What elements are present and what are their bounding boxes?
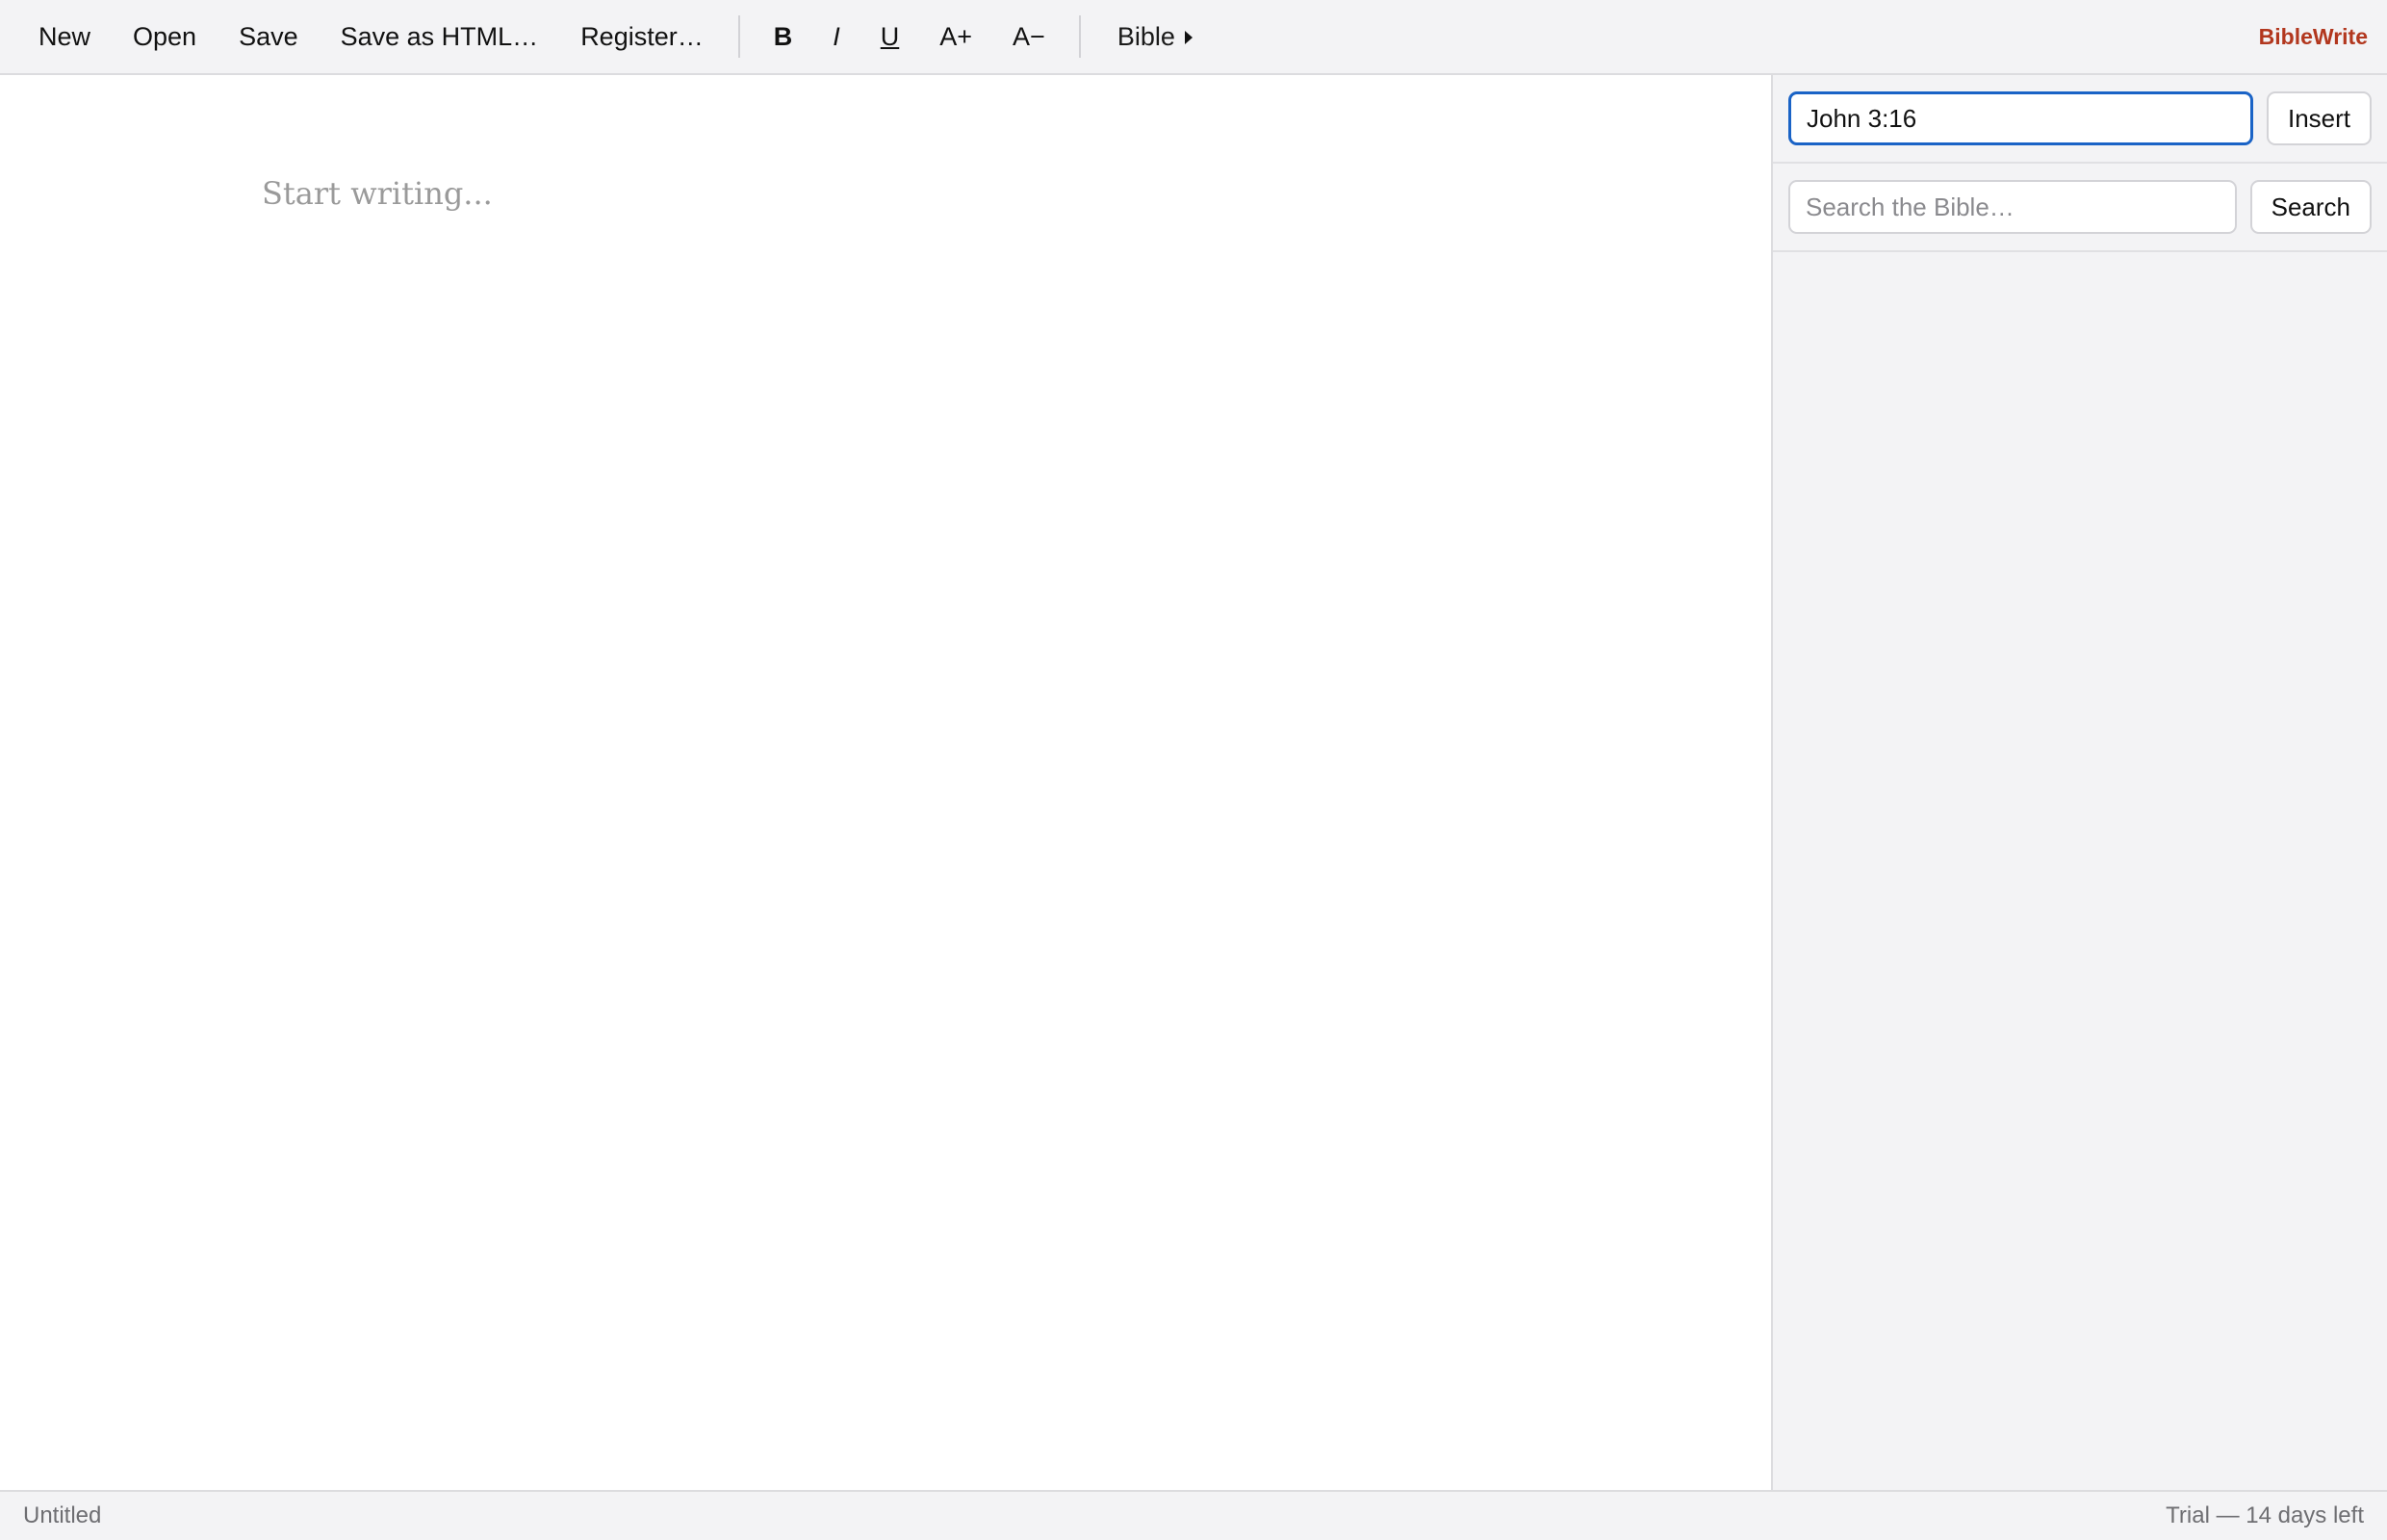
bible-menu-label: Bible <box>1116 21 1175 51</box>
new-button[interactable]: New <box>17 11 112 63</box>
caret-right-icon <box>1184 31 1193 44</box>
search-button[interactable]: Search <box>2249 180 2372 234</box>
underline-button[interactable]: U <box>860 11 920 63</box>
bible-sidebar: Insert Search <box>1771 75 2387 1490</box>
bible-menu[interactable]: Bible <box>1094 14 1216 60</box>
reference-row: Insert <box>1773 75 2387 164</box>
trial-status: Trial — 14 days left <box>2166 1502 2364 1528</box>
save-as-html-button[interactable]: Save as HTML… <box>320 11 560 63</box>
main-area: Start writing... Insert Search <box>0 75 2387 1490</box>
editor-canvas[interactable]: Start writing... <box>0 75 1771 1490</box>
toolbar: New Open Save Save as HTML… Register… B … <box>0 0 2387 75</box>
toolbar-divider <box>1078 15 1081 58</box>
decrease-font-button[interactable]: A− <box>992 11 1065 63</box>
increase-font-button[interactable]: A+ <box>919 11 992 63</box>
bible-search-input[interactable] <box>1788 180 2237 234</box>
search-results-panel <box>1773 252 2387 1490</box>
app-window: New Open Save Save as HTML… Register… B … <box>0 0 2387 1540</box>
bold-button[interactable]: B <box>754 11 813 63</box>
register-button[interactable]: Register… <box>559 11 725 63</box>
search-row: Search <box>1773 164 2387 252</box>
status-bar: Untitled Trial — 14 days left <box>0 1490 2387 1540</box>
app-brand: BibleWrite <box>2258 23 2368 49</box>
save-button[interactable]: Save <box>218 11 320 63</box>
italic-button[interactable]: I <box>812 11 860 63</box>
insert-button[interactable]: Insert <box>2266 91 2372 145</box>
editor-placeholder: Start writing... <box>262 175 493 212</box>
reference-input[interactable] <box>1788 91 2253 145</box>
toolbar-divider <box>737 15 740 58</box>
open-button[interactable]: Open <box>112 11 218 63</box>
document-name: Untitled <box>23 1502 102 1528</box>
